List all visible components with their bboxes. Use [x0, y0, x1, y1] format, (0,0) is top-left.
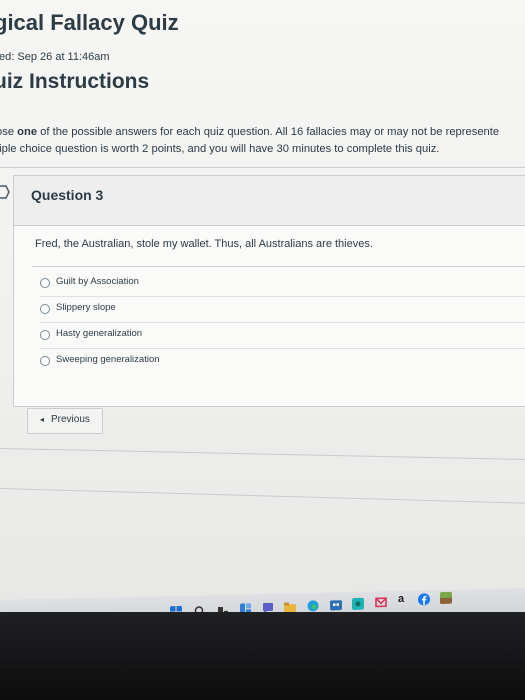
amazon-icon[interactable]: a	[398, 593, 404, 605]
widgets-icon[interactable]	[240, 603, 252, 612]
question-text: Fred, the Australian, stole my wallet. T…	[35, 238, 373, 250]
taskbar: a	[0, 588, 525, 612]
instructions-line-1: ose one of the possible answers for each…	[0, 126, 500, 138]
radio-button[interactable]	[40, 278, 50, 288]
app-icon[interactable]	[352, 597, 364, 610]
previous-button[interactable]: ◂ Previous	[27, 408, 103, 434]
answer-option[interactable]: Hasty generalization	[40, 324, 525, 349]
divider	[0, 488, 525, 505]
answer-label[interactable]: Sweeping generalization	[56, 354, 160, 365]
radio-button[interactable]	[40, 356, 50, 366]
answer-option[interactable]: Guilt by Association	[40, 272, 525, 297]
answer-label[interactable]: Hasty generalization	[56, 328, 142, 339]
minecraft-icon[interactable]	[440, 591, 452, 605]
previous-label: Previous	[51, 414, 90, 425]
answer-label[interactable]: Slippery slope	[56, 302, 116, 313]
question-number: Question 3	[31, 187, 104, 203]
chevron-left-icon: ◂	[40, 415, 45, 424]
chat-icon[interactable]	[262, 602, 274, 612]
edge-icon[interactable]	[307, 600, 319, 612]
started-timestamp: ted: Sep 26 at 11:46am	[0, 51, 110, 63]
radio-button[interactable]	[40, 304, 50, 314]
divider	[0, 448, 525, 461]
radio-button[interactable]	[40, 330, 50, 340]
browser-viewport: gical Fallacy Quiz ted: Sep 26 at 11:46a…	[0, 0, 525, 612]
instructions-text: ose one of the possible answers for each…	[0, 124, 525, 158]
monitor-bezel	[0, 612, 525, 700]
answer-option[interactable]: Sweeping generalization	[40, 350, 525, 374]
question-header: Question 3	[14, 176, 525, 226]
store-icon[interactable]	[330, 598, 342, 611]
facebook-icon[interactable]	[418, 593, 430, 606]
file-explorer-icon[interactable]	[284, 601, 296, 612]
mail-icon[interactable]	[375, 596, 387, 608]
divider	[0, 167, 525, 168]
quiz-title: gical Fallacy Quiz	[0, 10, 179, 35]
answers-divider	[32, 266, 525, 267]
answer-label[interactable]: Guilt by Association	[56, 276, 139, 287]
search-icon[interactable]	[194, 605, 206, 612]
instructions-line-2: tiple choice question is worth 2 points,…	[0, 143, 440, 155]
answer-option[interactable]: Slippery slope	[40, 298, 525, 323]
flag-question-icon[interactable]	[0, 185, 10, 199]
task-view-icon[interactable]	[217, 605, 229, 612]
question-card: Question 3 Fred, the Australian, stole m…	[13, 175, 525, 434]
instructions-heading: uiz Instructions	[0, 70, 150, 93]
